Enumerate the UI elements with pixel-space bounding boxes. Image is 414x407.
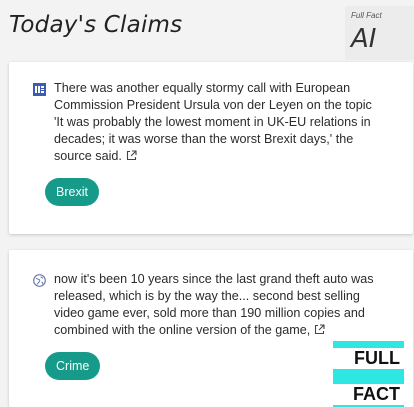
claim-card[interactable]: There was another equally stormy call wi… [9, 62, 413, 234]
logo-line-2: FACT [333, 384, 404, 405]
external-link-icon[interactable] [126, 149, 137, 161]
brand-big-label: AI [351, 24, 377, 54]
topic-tag[interactable]: Brexit [45, 178, 99, 206]
claim-text: now it's been 10 years since the last gr… [54, 271, 382, 339]
external-link-icon[interactable] [314, 323, 325, 335]
logo-line-1: FULL [333, 348, 404, 369]
page-title: Today's Claims [9, 12, 183, 38]
claim-text: There was another equally stormy call wi… [54, 80, 382, 165]
header: Today's Claims Full Fact AI [0, 0, 414, 60]
logo-accent-bar [333, 341, 404, 348]
globe-icon [33, 274, 46, 287]
topic-tag[interactable]: Crime [45, 352, 101, 380]
claim-text-content: now it's been 10 years since the last gr… [54, 272, 374, 337]
full-fact-logo: FULL FACT [333, 341, 404, 407]
brand-small-label: Full Fact [351, 11, 382, 20]
logo-accent-bar [333, 369, 404, 384]
brand-badge[interactable]: Full Fact AI [345, 6, 414, 60]
news-source-icon [33, 83, 46, 96]
claim-text-content: There was another equally stormy call wi… [54, 81, 372, 163]
